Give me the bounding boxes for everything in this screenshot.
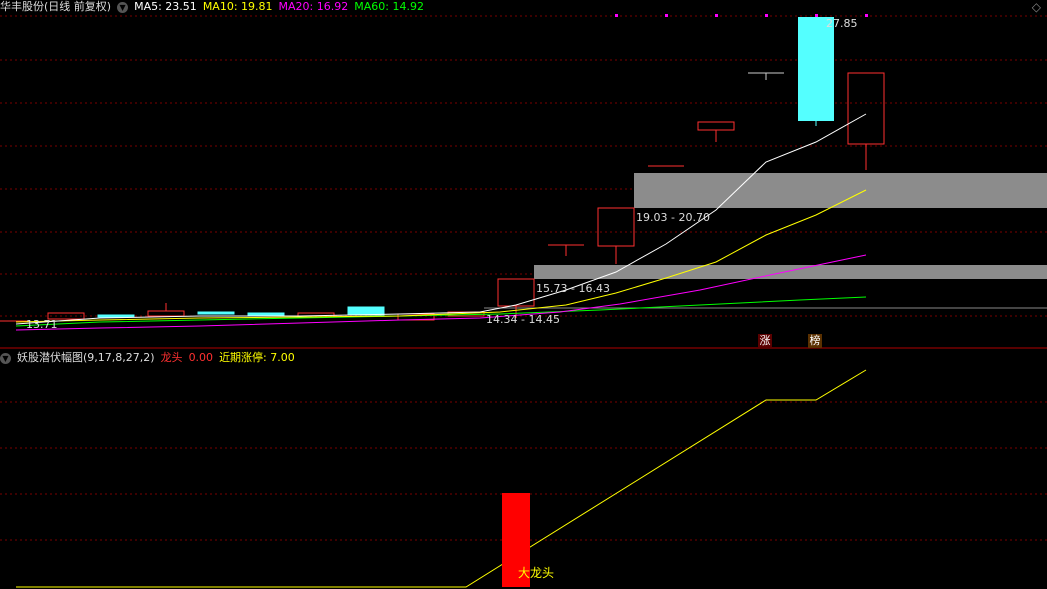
ranking-badge: 榜 — [808, 334, 822, 348]
chevron-down-icon[interactable]: ▼ — [117, 1, 129, 13]
stock-title[interactable]: 华丰股份(日线 前复权) — [0, 0, 111, 13]
zone-label-2: 15.73 - 16.43 — [536, 282, 610, 295]
zone-label-1: 19.03 - 20.70 — [636, 211, 710, 224]
recent-limit-up: 近期涨停: 7.00 — [219, 351, 295, 364]
ma20-value: MA20: 16.92 — [278, 0, 349, 13]
indicator-name[interactable]: 妖股潜伏幅图(9,17,8,27,2) — [17, 351, 155, 364]
kline-chart — [0, 14, 1047, 588]
expand-icon[interactable]: ◇ — [1032, 0, 1041, 14]
big-dragon-label: 大龙头 — [518, 566, 555, 580]
high-price-label: 27.85 — [826, 17, 858, 30]
limit-up-badge: 涨 — [758, 334, 772, 348]
indicator-header: ▼ 妖股潜伏幅图(9,17,8,27,2) 龙头 0.00 近期涨停: 7.00 — [0, 351, 301, 365]
ma60-value: MA60: 14.92 — [354, 0, 424, 13]
main-header: 华丰股份(日线 前复权) ▼ MA5: 23.51 MA10: 19.81 MA20: … — [0, 0, 430, 14]
ma10-value: MA10: 19.81 — [202, 0, 273, 13]
zone-label-3: 14.34 - 14.45 — [486, 313, 560, 326]
longtou-label: 龙头 — [160, 351, 183, 364]
longtou-value: 0.00 — [188, 351, 214, 364]
low-price-label: 13.71 — [26, 318, 58, 331]
chevron-down-icon[interactable]: ▼ — [0, 352, 11, 364]
ma5-value: MA5: 23.51 — [134, 0, 197, 13]
